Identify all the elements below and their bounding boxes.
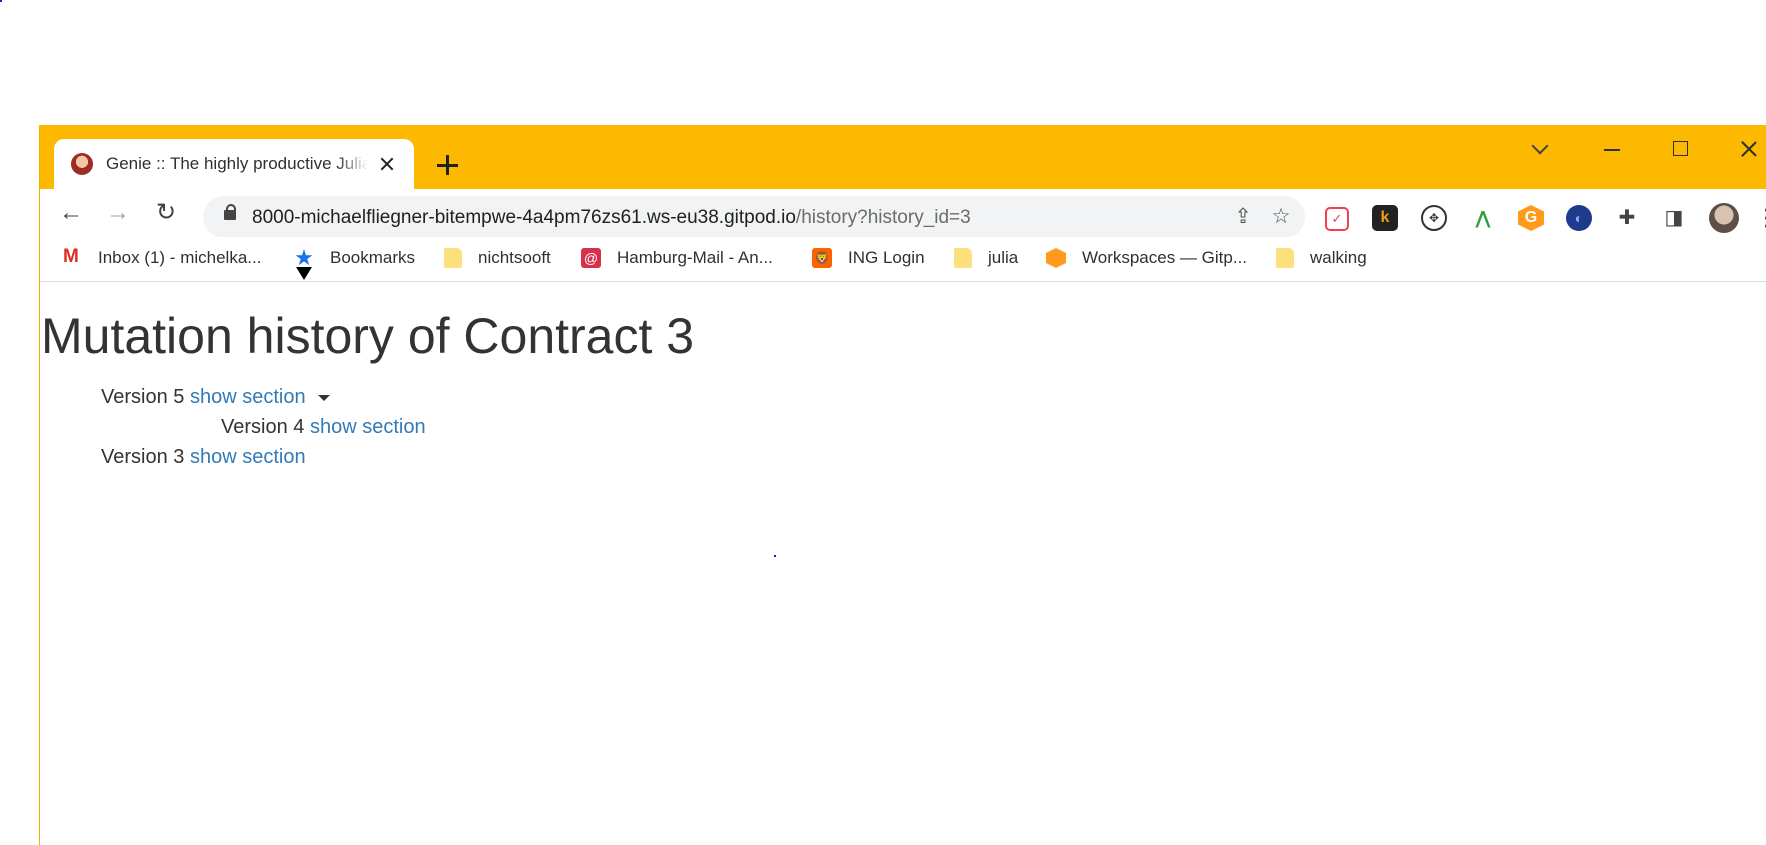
bookmark-ing-login[interactable]: 🦁 ING Login	[812, 248, 925, 268]
bookmark-label: Hamburg-Mail - An...	[617, 248, 773, 267]
k-extension-icon[interactable]: k	[1372, 205, 1398, 231]
folder-icon	[954, 248, 972, 268]
pocket-icon[interactable]: ✓	[1325, 207, 1349, 231]
browser-window: Genie :: The highly productive Julia web…	[39, 125, 1766, 845]
stray-pixel	[0, 0, 2, 2]
bookmark-hamburg-mail[interactable]: @ Hamburg-Mail - An...	[581, 248, 773, 268]
bookmarks-bar: Inbox (1) - michelka... ★ Bookmarks nich…	[40, 237, 1766, 282]
bookmark-walking[interactable]: walking	[1276, 248, 1367, 268]
gitpod-extension-icon[interactable]: G	[1518, 205, 1544, 231]
bookmark-inbox[interactable]: Inbox (1) - michelka...	[62, 246, 262, 268]
browser-tab[interactable]: Genie :: The highly productive Julia web…	[54, 139, 414, 189]
bookmark-nichtsooft[interactable]: nichtsooft	[444, 248, 551, 268]
back-icon[interactable]: ←	[57, 199, 85, 227]
new-tab-button[interactable]	[432, 150, 462, 180]
bookmark-label: ING Login	[848, 248, 925, 267]
gmail-icon	[62, 246, 82, 268]
version-label: Version 4	[221, 416, 305, 438]
version-row: Version 5 show section	[101, 386, 330, 409]
move-extension-icon[interactable]: ✥	[1421, 205, 1447, 231]
page-title: Mutation history of Contract 3	[41, 308, 695, 364]
url-host: 8000-michaelfliegner-bitempwe-4a4pm76zs6…	[252, 207, 796, 228]
page-content: Mutation history of Contract 3 Version 5…	[40, 282, 1766, 845]
version-row: Version 4 show section	[221, 416, 426, 439]
bookmark-star-icon[interactable]: ☆	[1269, 205, 1293, 229]
version-row: Version 3 show section	[101, 446, 306, 469]
bookmark-label: Inbox (1) - michelka...	[98, 248, 262, 267]
close-window-button[interactable]	[1729, 135, 1766, 165]
version-label: Version 3	[101, 446, 185, 468]
share-icon[interactable]: ⇪	[1231, 205, 1255, 229]
bookmark-bookmarks[interactable]: ★ Bookmarks	[294, 245, 416, 270]
extensions-puzzle-icon[interactable]: ✚	[1614, 205, 1640, 231]
ing-icon: 🦁	[812, 248, 832, 268]
close-tab-icon[interactable]	[378, 155, 396, 173]
genie-favicon-icon	[71, 153, 93, 175]
star-icon: ★	[294, 245, 314, 270]
version-label: Version 5	[101, 386, 185, 408]
bookmark-label: walking	[1310, 248, 1367, 267]
tab-title: Genie :: The highly productive Julia web…	[106, 154, 368, 173]
lock-icon[interactable]	[224, 204, 236, 220]
bookmark-label: nichtsooft	[478, 248, 551, 267]
bookmark-label: julia	[988, 248, 1019, 267]
show-section-link[interactable]: show section	[190, 386, 306, 408]
minimize-button[interactable]	[1592, 135, 1632, 165]
bookmark-workspaces[interactable]: Workspaces — Gitp...	[1046, 248, 1247, 268]
green-extension-icon[interactable]: ⋀	[1470, 205, 1496, 231]
side-panel-icon[interactable]: ◨	[1661, 205, 1687, 231]
maximize-button[interactable]	[1660, 135, 1700, 165]
gitpod-icon	[1046, 248, 1066, 268]
bookmark-label: Bookmarks	[330, 248, 416, 267]
browser-toolbar: ← → ↻ 8000-michaelfliegner-bitempwe-4a4p…	[40, 189, 1766, 238]
stray-pixel	[774, 555, 776, 557]
bookmark-label: Workspaces — Gitp...	[1082, 248, 1248, 267]
folder-icon	[444, 248, 462, 268]
show-section-link[interactable]: show section	[310, 416, 426, 438]
url-text[interactable]: 8000-michaelfliegner-bitempwe-4a4pm76zs6…	[252, 207, 971, 229]
tab-search-chevron-icon[interactable]	[1520, 135, 1560, 165]
show-section-link[interactable]: show section	[190, 446, 306, 468]
caret-down-icon[interactable]	[317, 394, 330, 401]
at-icon: @	[581, 248, 601, 268]
profile-avatar[interactable]	[1709, 203, 1739, 233]
title-bar: Genie :: The highly productive Julia web…	[40, 125, 1766, 189]
address-bar[interactable]: 8000-michaelfliegner-bitempwe-4a4pm76zs6…	[203, 196, 1305, 238]
url-path: /history?history_id=3	[795, 207, 971, 228]
forward-icon[interactable]: →	[104, 199, 132, 227]
dark-extension-icon[interactable]: ◐	[1566, 205, 1592, 231]
bookmark-julia[interactable]: julia	[954, 248, 1018, 268]
folder-icon	[1276, 248, 1294, 268]
reload-icon[interactable]: ↻	[152, 199, 180, 227]
